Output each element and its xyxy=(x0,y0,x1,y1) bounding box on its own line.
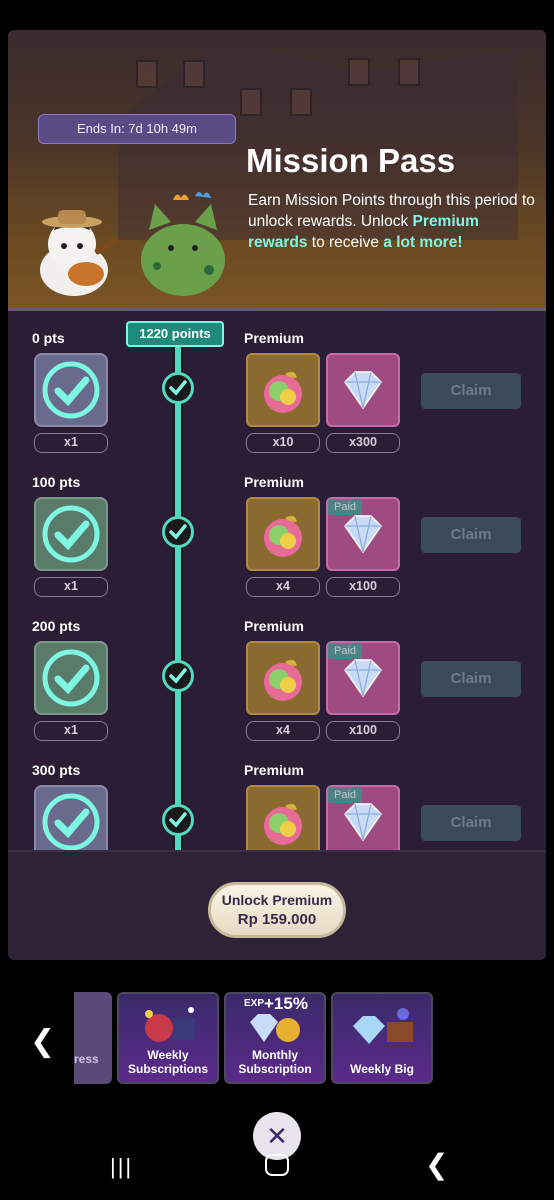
desc-text: Earn Mission Points through this period … xyxy=(248,192,535,230)
green-cat-illustration xyxy=(141,192,225,296)
exp-tag: EXP xyxy=(244,998,265,1009)
free-reward-tile[interactable] xyxy=(34,641,108,715)
free-reward-tile[interactable] xyxy=(34,353,108,427)
offer-card-label: Monthly Subscription xyxy=(238,1048,312,1076)
gem-reward-tile[interactable] xyxy=(326,353,400,427)
event-timer: Ends In: 7d 10h 49m xyxy=(38,114,236,144)
premium-label: Premium xyxy=(244,762,304,778)
gem-reward-tile[interactable]: Paid xyxy=(326,785,400,850)
gem-reward-qty: x100 xyxy=(326,721,400,741)
claim-button[interactable]: Claim xyxy=(421,661,521,697)
premium-label: Premium xyxy=(244,474,304,490)
unlock-premium-button[interactable]: Unlock Premium Rp 159.000 xyxy=(208,882,346,938)
offers-carousel[interactable]: ❮ ress Weekly Subscriptions EXP +15% Mon… xyxy=(0,990,554,1090)
offer-card-label: Weekly Subscriptions xyxy=(127,1048,208,1076)
tier-points-label: 0 pts xyxy=(32,330,65,346)
system-navigation-bar: ||| ❮ xyxy=(0,1140,554,1200)
offer-card-label: Weekly Big xyxy=(350,1062,414,1076)
offer-card-monthly-subscription[interactable]: EXP +15% Monthly Subscription xyxy=(224,992,326,1084)
gem-reward-qty: x300 xyxy=(326,433,400,453)
claim-button[interactable]: Claim xyxy=(421,517,521,553)
offer-card-weekly-big[interactable]: Weekly Big xyxy=(331,992,433,1084)
reward-tier: 300 pts Premium Paid Claim xyxy=(8,744,546,850)
mission-pass-panel: Ends In: 7d 10h 49m Mission Pass Earn Mi… xyxy=(8,30,546,960)
guitar-cat-illustration xyxy=(40,210,119,296)
milestone-check-icon xyxy=(162,516,194,548)
apple-reward-qty: x10 xyxy=(246,433,320,453)
reward-track[interactable]: 1220 points 0 pts Premium x1 x10 x300 Cl… xyxy=(8,312,546,850)
apple-reward-tile[interactable] xyxy=(246,353,320,427)
reward-tier: 200 pts Premium x1 Paid x4 x100 Claim xyxy=(8,600,546,744)
gem-reward-tile[interactable]: Paid xyxy=(326,641,400,715)
gem-reward-qty: x100 xyxy=(326,577,400,597)
apple-reward-tile[interactable] xyxy=(246,641,320,715)
reward-tier: 0 pts Premium x1 x10 x300 Claim xyxy=(8,312,546,456)
claim-button[interactable]: Claim xyxy=(421,373,521,409)
treasure-chest-icon xyxy=(353,1008,413,1044)
desc-highlight: a lot more! xyxy=(383,234,463,251)
apple-reward-tile[interactable] xyxy=(246,497,320,571)
tier-points-label: 200 pts xyxy=(32,618,81,634)
free-reward-tile[interactable] xyxy=(34,785,108,850)
milestone-check-icon xyxy=(162,804,194,836)
paid-tag: Paid xyxy=(328,499,362,515)
mansion-window xyxy=(183,60,205,88)
check-circle-icon xyxy=(42,505,100,563)
diamond-icon xyxy=(344,371,382,410)
mansion-window xyxy=(290,88,312,116)
banner-divider xyxy=(8,308,546,311)
banner: Ends In: 7d 10h 49m Mission Pass Earn Mi… xyxy=(8,30,546,310)
mansion-window xyxy=(398,58,420,86)
milestone-check-icon xyxy=(162,660,194,692)
mansion-window xyxy=(136,60,158,88)
rainbow-apple-icon xyxy=(264,371,302,413)
rainbow-apple-icon xyxy=(264,803,302,845)
free-reward-tile[interactable] xyxy=(34,497,108,571)
diamond-icon xyxy=(344,515,382,554)
mansion-window xyxy=(348,58,370,86)
gem-reward-tile[interactable]: Paid xyxy=(326,497,400,571)
milestone-check-icon xyxy=(162,372,194,404)
event-description: Earn Mission Points through this period … xyxy=(248,190,538,253)
mansion-window xyxy=(240,88,262,116)
tier-points-label: 100 pts xyxy=(32,474,81,490)
rainbow-apple-icon xyxy=(264,515,302,557)
premium-label: Premium xyxy=(244,618,304,634)
free-reward-qty: x1 xyxy=(34,433,108,453)
back-icon[interactable]: ❮ xyxy=(425,1148,448,1181)
gift-bundle-icon xyxy=(145,1007,195,1042)
unlock-premium-label: Unlock Premium xyxy=(221,892,333,908)
tier-points-label: 300 pts xyxy=(32,762,81,778)
free-reward-qty: x1 xyxy=(34,577,108,597)
chevron-left-icon[interactable]: ❮ xyxy=(30,1024,55,1059)
rainbow-apple-icon xyxy=(264,659,302,701)
apple-reward-qty: x4 xyxy=(246,577,320,597)
reward-tier: 100 pts Premium x1 Paid x4 x100 Claim xyxy=(8,456,546,600)
paid-tag: Paid xyxy=(328,643,362,659)
check-circle-icon xyxy=(42,649,100,707)
free-reward-qty: x1 xyxy=(34,721,108,741)
offer-card-weekly-subscriptions[interactable]: Weekly Subscriptions xyxy=(117,992,219,1084)
diamond-icon xyxy=(344,803,382,842)
diamond-icon xyxy=(344,659,382,698)
apple-reward-qty: x4 xyxy=(246,721,320,741)
offer-card-partial[interactable]: ress xyxy=(74,992,112,1084)
offer-card-label: ress xyxy=(74,1052,99,1066)
check-circle-icon xyxy=(42,361,100,419)
desc-text: to receive xyxy=(307,234,384,251)
claim-button[interactable]: Claim xyxy=(421,805,521,841)
bonus-badge: +15% xyxy=(264,994,308,1013)
purchase-footer: Unlock Premium Rp 159.000 xyxy=(8,850,546,960)
paid-tag: Paid xyxy=(328,787,362,803)
check-circle-icon xyxy=(42,793,100,850)
unlock-premium-price: Rp 159.000 xyxy=(237,911,317,928)
home-icon[interactable] xyxy=(265,1154,289,1176)
premium-label: Premium xyxy=(244,330,304,346)
page-title: Mission Pass xyxy=(246,142,456,179)
apple-reward-tile[interactable] xyxy=(246,785,320,850)
recent-apps-icon[interactable]: ||| xyxy=(110,1154,133,1180)
